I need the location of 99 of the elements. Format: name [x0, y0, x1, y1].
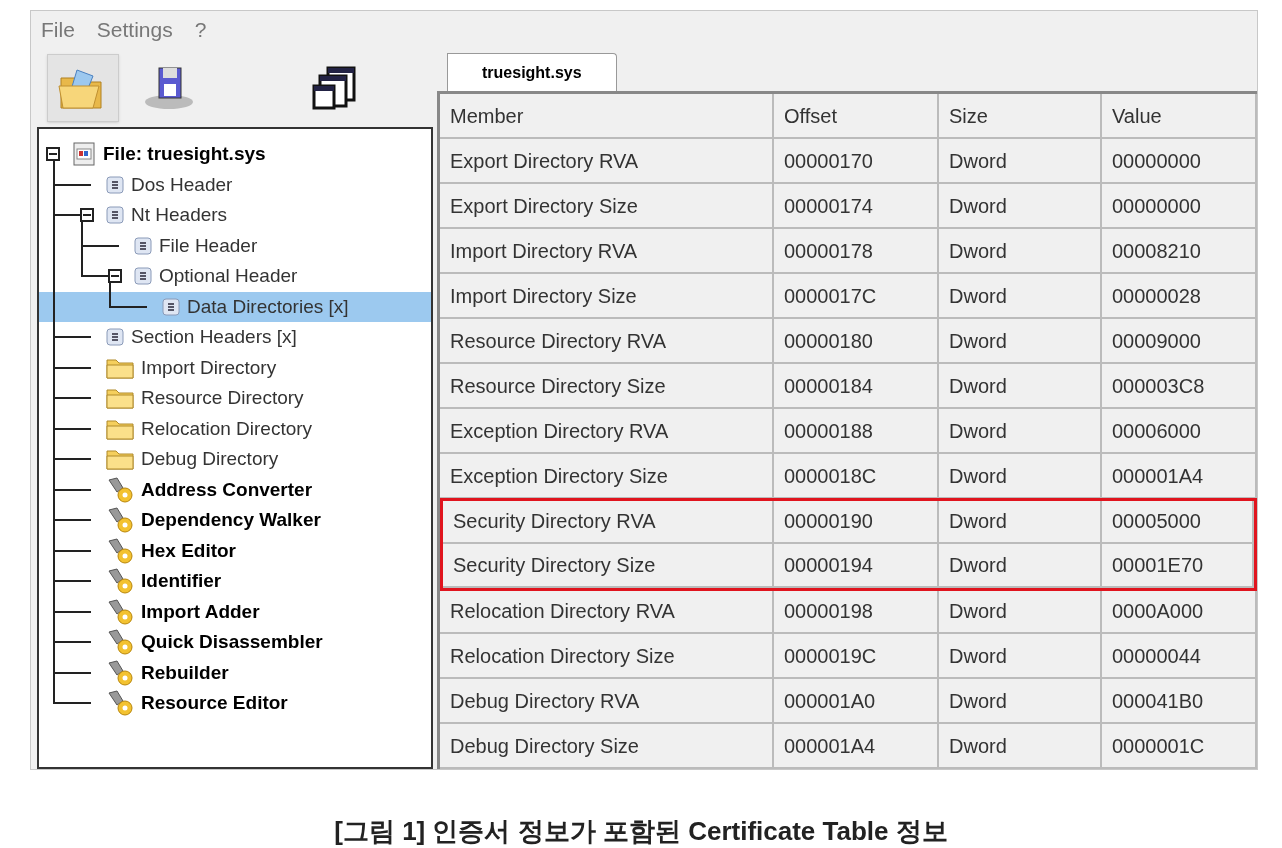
table-cell: Export Directory Size: [440, 184, 774, 229]
file-icon: [71, 141, 97, 168]
table-cell: 000001A4: [1102, 454, 1257, 499]
table-cell: Exception Directory Size: [440, 454, 774, 499]
gear-wrench-icon: [105, 658, 135, 687]
table-cell: 0000017C: [774, 274, 939, 319]
collapse-icon[interactable]: [108, 269, 122, 283]
menu-item[interactable]: Settings: [96, 14, 173, 46]
tree-item[interactable]: Resource Editor: [141, 689, 288, 718]
tree-item[interactable]: Identifier: [141, 567, 222, 596]
table-cell: 000001A4: [774, 724, 939, 769]
table-cell: 0000019C: [774, 634, 939, 679]
table-cell: 00006000: [1102, 409, 1257, 454]
folder-icon: [105, 447, 135, 472]
tree-item[interactable]: File: truesight.sys: [103, 140, 266, 169]
gear-wrench-icon: [105, 597, 135, 626]
tree-item[interactable]: Address Converter: [141, 475, 313, 504]
table-cell: 00000178: [774, 229, 939, 274]
table-cell: Debug Directory Size: [440, 724, 774, 769]
table-cell: Dword: [939, 544, 1102, 588]
table-cell: 000041B0: [1102, 679, 1257, 724]
tree-item[interactable]: Relocation Directory: [141, 414, 313, 443]
table-cell: Dword: [939, 229, 1102, 274]
table-cell: Dword: [939, 500, 1102, 544]
gear-wrench-icon: [105, 475, 135, 504]
list-icon: [133, 266, 153, 287]
collapse-icon[interactable]: [80, 208, 94, 222]
tree-item[interactable]: Quick Disassembler: [141, 628, 323, 657]
table-cell: 00000170: [774, 139, 939, 184]
table-cell: Dword: [939, 409, 1102, 454]
table-cell: Dword: [939, 184, 1102, 229]
gear-wrench-icon: [105, 506, 135, 535]
table-cell: Dword: [939, 679, 1102, 724]
table-cell: 00000194: [774, 544, 939, 588]
table-cell: 00000000: [1102, 184, 1257, 229]
table-cell: Dword: [939, 139, 1102, 184]
tree-item[interactable]: Import Adder: [141, 597, 260, 626]
tree-item[interactable]: Hex Editor: [141, 536, 237, 565]
table-cell: Dword: [939, 589, 1102, 634]
tree-item[interactable]: Optional Header: [159, 262, 298, 291]
table-cell: Import Directory Size: [440, 274, 774, 319]
menu-item[interactable]: File: [41, 14, 75, 46]
table-cell: Dword: [939, 634, 1102, 679]
table-cell: 00005000: [1102, 500, 1254, 544]
tree-item[interactable]: Dependency Walker: [141, 506, 321, 535]
menu-item[interactable]: ?: [194, 14, 207, 46]
table-cell: 000001A0: [774, 679, 939, 724]
table-cell: 00000028: [1102, 274, 1257, 319]
tree-item[interactable]: Resource Directory: [141, 384, 304, 413]
list-icon: [133, 235, 153, 256]
figure-caption: [그림 1] 인증서 정보가 포함된 Certificate Table 정보: [333, 815, 949, 848]
table-cell: 00000174: [774, 184, 939, 229]
table-cell: 00000198: [774, 589, 939, 634]
table-cell: Dword: [939, 454, 1102, 499]
file-tab[interactable]: truesight.sys: [447, 53, 617, 91]
tree-item[interactable]: Dos Header: [131, 170, 233, 199]
table-cell: 00000188: [774, 409, 939, 454]
table-cell: Export Directory RVA: [440, 139, 774, 184]
table-cell: Resource Directory Size: [440, 364, 774, 409]
table-cell: 000003C8: [1102, 364, 1257, 409]
table-cell: Debug Directory RVA: [440, 679, 774, 724]
tree-item[interactable]: Rebuilder: [141, 658, 229, 687]
gear-wrench-icon: [105, 567, 135, 596]
table-cell: 0000001C: [1102, 724, 1257, 769]
collapse-icon[interactable]: [46, 147, 60, 161]
gear-wrench-icon: [105, 689, 135, 718]
list-icon: [105, 327, 125, 348]
table-cell: 0000018C: [774, 454, 939, 499]
list-icon: [105, 174, 125, 195]
table-cell: 00001E70: [1102, 544, 1254, 588]
table-cell: 00000180: [774, 319, 939, 364]
table-cell: 00000184: [774, 364, 939, 409]
tree-item[interactable]: Section Headers [x]: [131, 323, 297, 352]
table-cell: Import Directory RVA: [440, 229, 774, 274]
table-cell: Resource Directory RVA: [440, 319, 774, 364]
folder-icon: [105, 386, 135, 411]
list-icon: [105, 205, 125, 226]
tree-item[interactable]: Import Directory: [141, 353, 277, 382]
gear-wrench-icon: [105, 536, 135, 565]
list-icon: [161, 296, 181, 317]
gear-wrench-icon: [105, 628, 135, 657]
table-cell: Dword: [939, 319, 1102, 364]
table-cell: 00008210: [1102, 229, 1257, 274]
table-cell: Dword: [939, 274, 1102, 319]
table-cell: Dword: [939, 724, 1102, 769]
table-cell: 00009000: [1102, 319, 1257, 364]
table-cell: Security Directory RVA: [443, 500, 774, 544]
table-cell: 00000190: [774, 500, 939, 544]
tree-item[interactable]: Debug Directory: [141, 445, 279, 474]
tree-item[interactable]: Nt Headers: [131, 201, 228, 230]
table-cell: Dword: [939, 364, 1102, 409]
table-cell: 00000044: [1102, 634, 1257, 679]
table-cell: Relocation Directory Size: [440, 634, 774, 679]
table-cell: Relocation Directory RVA: [440, 589, 774, 634]
table-cell: 0000A000: [1102, 589, 1257, 634]
table-cell: Exception Directory RVA: [440, 409, 774, 454]
table-cell: 00000000: [1102, 139, 1257, 184]
table-cell: Security Directory Size: [443, 544, 774, 588]
tree-item[interactable]: File Header: [159, 231, 258, 260]
